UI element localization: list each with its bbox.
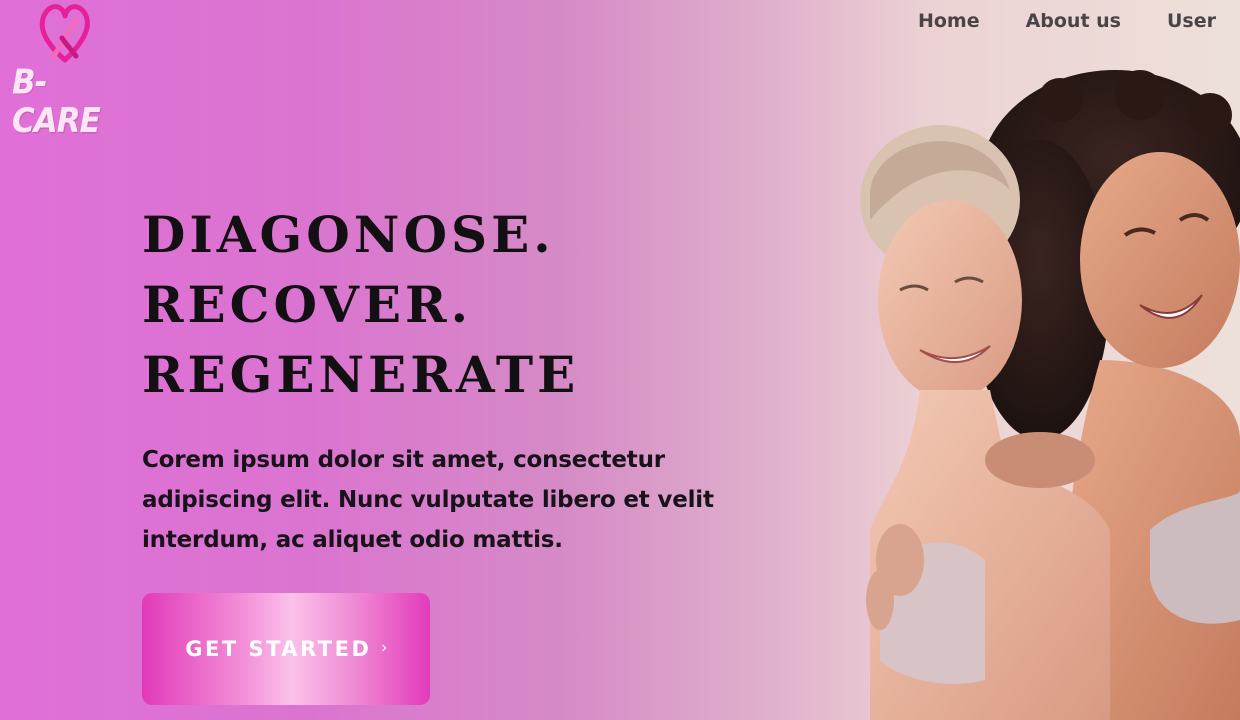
hero-headline: DIAGONOSE. RECOVER. REGENERATE	[142, 200, 579, 410]
heart-ribbon-icon	[39, 4, 90, 63]
hero-description: Corem ipsum dolor sit amet, consectetur …	[142, 447, 714, 553]
headline-line: RECOVER.	[142, 275, 472, 334]
get-started-button[interactable]: GET STARTED ›	[142, 593, 430, 705]
brand-logo[interactable]: B-CARE	[12, 0, 132, 141]
top-nav: Home About us User	[918, 10, 1216, 32]
hero-image	[860, 70, 1240, 720]
nav-home[interactable]: Home	[918, 10, 980, 32]
nav-user[interactable]: User	[1167, 10, 1216, 32]
nav-about-us[interactable]: About us	[1026, 10, 1121, 32]
headline-line: REGENERATE	[142, 345, 580, 404]
brand-name: B-CARE	[12, 63, 101, 141]
get-started-label: GET STARTED	[185, 637, 372, 661]
chevron-right-icon: ›	[381, 639, 387, 656]
headline-line: DIAGONOSE.	[142, 205, 555, 264]
